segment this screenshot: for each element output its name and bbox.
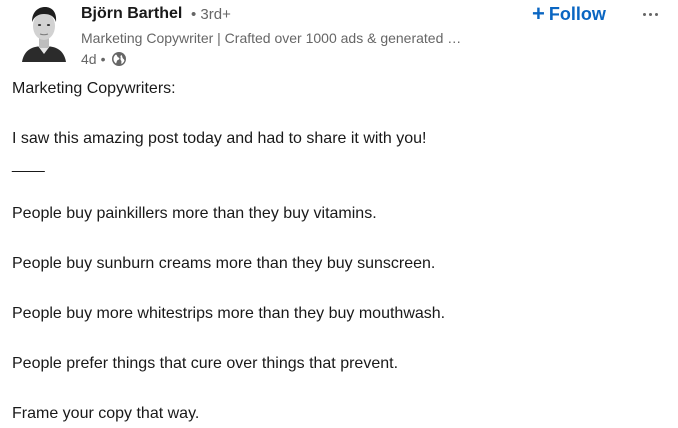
author-name[interactable]: Björn Barthel <box>81 5 182 23</box>
post-line: I saw this amazing post today and had to… <box>12 130 427 147</box>
connection-degree: • 3rd+ <box>191 6 231 23</box>
ellipsis-icon-dot <box>648 12 652 16</box>
post-line: People buy more whitestrips more than th… <box>12 305 446 322</box>
post-line: Frame your copy that way. <box>12 405 200 422</box>
post-age: 4d <box>81 51 97 67</box>
ellipsis-icon <box>642 12 646 16</box>
post-line: Marketing Copywriters: <box>12 80 176 97</box>
meta-separator: • <box>100 51 106 67</box>
author-headline: Marketing Copywriter | Crafted over 1000… <box>81 30 462 46</box>
post-line: People prefer things that cure over thin… <box>12 355 399 372</box>
post-line: People buy painkillers more than they bu… <box>12 205 377 222</box>
follow-label: Follow <box>548 3 606 24</box>
post-divider-line: ____ <box>12 156 45 173</box>
globe-icon <box>112 52 127 66</box>
follow-button[interactable]: + Follow <box>532 0 606 28</box>
author-avatar[interactable] <box>20 4 68 62</box>
more-options-button[interactable] <box>638 6 662 22</box>
post-meta: 4d • <box>81 50 127 68</box>
ellipsis-icon-dot <box>654 12 658 16</box>
plus-icon: + <box>532 1 545 26</box>
avatar-photo <box>20 4 68 62</box>
post-line: People buy sunburn creams more than they… <box>12 255 436 272</box>
feed-post: Björn Barthel • 3rd+ Marketing Copywrite… <box>0 0 678 428</box>
